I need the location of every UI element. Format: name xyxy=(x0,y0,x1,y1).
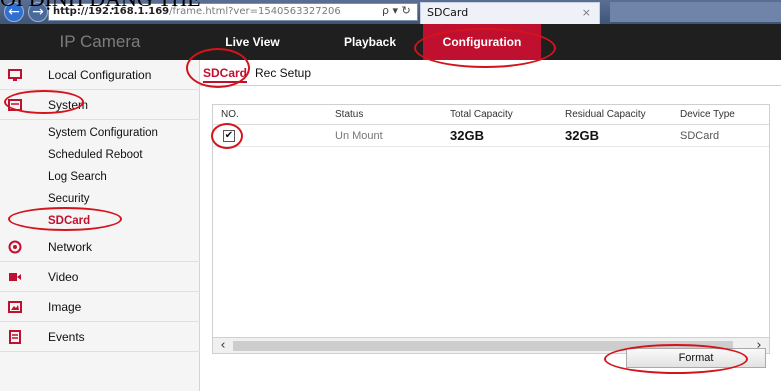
sidebar-item-events[interactable]: Events xyxy=(0,322,200,352)
format-button[interactable]: Format xyxy=(626,348,766,368)
browser-tab[interactable]: SDCard × xyxy=(420,2,600,24)
app-header: IP Camera Live View Playback Configurati… xyxy=(0,24,781,60)
cell-total-capacity: 32GB xyxy=(450,128,484,143)
sidebar-item-label: Image xyxy=(48,300,82,314)
column-header-status: Status xyxy=(335,109,364,120)
page-heading-fragment: ƠI ĐỊNH DẠNG THẺ xyxy=(0,0,201,11)
scroll-left-icon[interactable]: ‹ xyxy=(215,338,231,354)
sidebar-subitem-system-configuration[interactable]: System Configuration xyxy=(0,122,200,144)
cell-residual-capacity: 32GB xyxy=(565,128,599,143)
sidebar-subitem-scheduled-reboot[interactable]: Scheduled Reboot xyxy=(0,144,200,166)
menu-live-view[interactable]: Live View xyxy=(195,24,310,60)
globe-icon xyxy=(8,240,22,254)
sidebar-item-system[interactable]: System xyxy=(0,90,200,120)
tab-rec-setup[interactable]: Rec Setup xyxy=(255,65,311,81)
sidebar-item-image[interactable]: Image xyxy=(0,292,200,322)
menu-configuration[interactable]: Configuration xyxy=(423,24,541,60)
tab-title: SDCard xyxy=(427,6,469,19)
sidebar-subitem-log-search[interactable]: Log Search xyxy=(0,166,200,188)
screenshot-root: ← → http://192.168.1.169/frame.html?ver=… xyxy=(0,0,781,391)
column-header-device-type: Device Type xyxy=(680,109,735,120)
sidebar-item-label: Video xyxy=(48,270,79,284)
cell-device-type: SDCard xyxy=(680,130,720,142)
sidebar-item-label: Local Configuration xyxy=(48,68,152,82)
sidebar-item-label: System xyxy=(48,98,89,112)
cell-status: Un Mount xyxy=(335,130,383,142)
sidebar: Local Configuration System System Config… xyxy=(0,60,200,391)
events-icon xyxy=(8,330,22,344)
sidebar-subitem-security[interactable]: Security xyxy=(0,188,200,210)
column-header-total-capacity: Total Capacity xyxy=(450,109,513,120)
sidebar-item-local-configuration[interactable]: Local Configuration xyxy=(0,60,200,90)
video-icon xyxy=(8,270,22,284)
system-icon xyxy=(8,98,22,112)
tab-sdcard[interactable]: SDCard xyxy=(203,65,248,83)
monitor-icon xyxy=(8,68,22,82)
table-row[interactable]: ✔ Un Mount 32GB 32GB SDCard xyxy=(213,125,769,147)
sidebar-item-label: Events xyxy=(48,330,85,344)
sdcard-table: NO. Status Total Capacity Residual Capac… xyxy=(212,104,770,354)
column-header-no: NO. xyxy=(221,109,239,120)
blurred-tab[interactable] xyxy=(610,2,781,22)
brand-title: IP Camera xyxy=(59,32,141,51)
column-header-residual-capacity: Residual Capacity xyxy=(565,109,646,120)
sidebar-item-network[interactable]: Network xyxy=(0,232,200,262)
image-icon xyxy=(8,300,22,314)
menu-playback[interactable]: Playback xyxy=(315,24,425,60)
config-subtabs: SDCard Rec Setup xyxy=(200,60,781,86)
close-tab-icon[interactable]: × xyxy=(582,3,591,23)
sidebar-item-video[interactable]: Video xyxy=(0,262,200,292)
search-refresh-icons[interactable]: ρ ▾ ↻ xyxy=(382,3,418,21)
row-checkbox[interactable]: ✔ xyxy=(223,130,235,142)
sidebar-item-label: Network xyxy=(48,240,93,254)
table-header: NO. Status Total Capacity Residual Capac… xyxy=(213,105,769,125)
sidebar-subitem-sdcard[interactable]: SDCard xyxy=(0,210,200,232)
